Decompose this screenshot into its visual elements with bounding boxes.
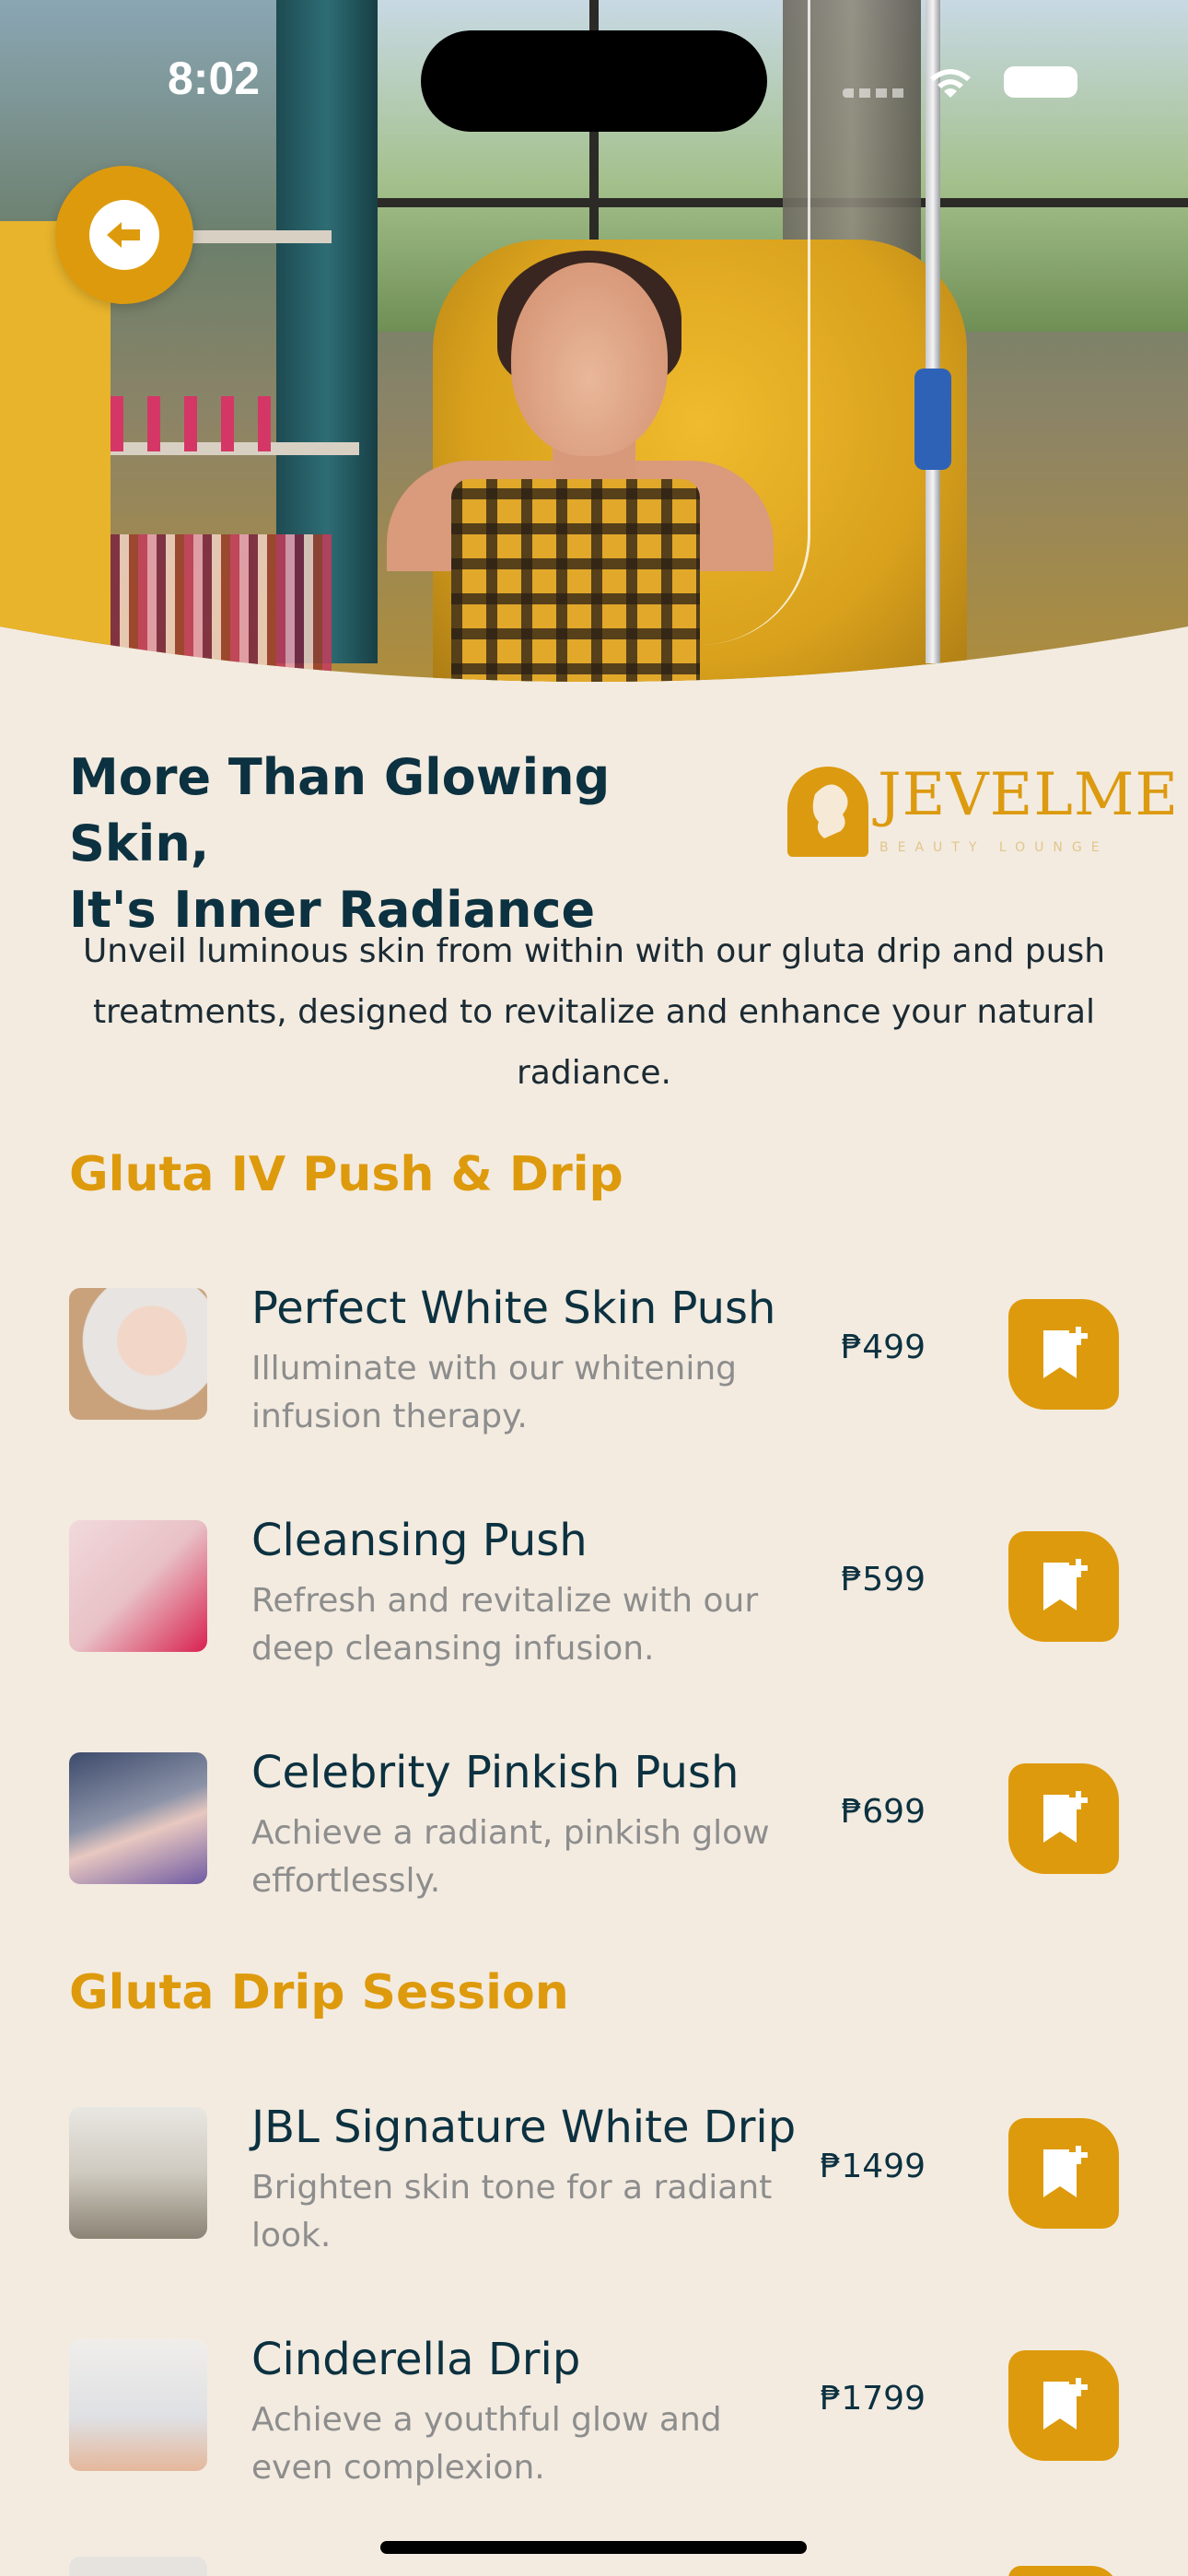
service-name: Cleansing Push [251,1515,588,1566]
bookmark-plus-icon [1043,2378,1088,2430]
add-to-booking-button[interactable] [1008,2566,1119,2576]
bookmark-plus-icon [1043,1327,1088,1378]
service-description: Brighten skin tone for a radiant look. [251,2169,773,2254]
plaid-dress [451,479,700,691]
bookmark-plus-icon [1043,1559,1088,1610]
page-title: More Than Glowing Skin, It's Inner Radia… [69,744,714,943]
battery-icon [1004,66,1077,98]
back-button[interactable] [55,166,193,304]
signal-icon [843,88,907,98]
woman-silhouette-icon [787,767,868,857]
service-name: Cinderella Drip [251,2334,581,2385]
service-item[interactable]: Celebrity Pinkish Push Achieve a radiant… [69,1747,1119,1900]
service-price: ₱1499 [820,2148,926,2185]
bookmark-plus-icon [1043,2146,1088,2197]
service-price: ₱699 [841,1793,926,1831]
add-to-booking-button[interactable] [1008,1763,1119,1874]
iv-clamp [914,369,951,470]
add-to-booking-button[interactable] [1008,2118,1119,2229]
service-price: ₱499 [841,1329,926,1366]
service-thumbnail [69,1752,207,1884]
add-to-booking-button[interactable] [1008,2350,1119,2461]
intro-text: Unveil luminous skin from within with ou… [82,932,1106,1092]
service-item[interactable]: Cinderella Drip Achieve a youthful glow … [69,2334,1119,2487]
dynamic-island [421,30,767,132]
service-thumbnail [69,2339,207,2471]
service-name: Perfect White Skin Push [251,1282,776,1334]
section-title: Gluta IV Push & Drip [69,1147,623,1202]
section-title: Gluta Drip Session [69,1965,569,2020]
service-thumbnail [69,1520,207,1652]
service-item[interactable]: JBL Signature White Drip Brighten skin t… [69,2102,1119,2254]
service-price: ₱1799 [820,2380,926,2418]
status-time: 8:02 [168,53,261,104]
logo-tagline: BEAUTY LOUNGE [879,840,1109,855]
service-thumbnail [69,1288,207,1420]
wifi-icon [930,69,971,98]
service-description: Achieve a radiant, pinkish glow effortle… [251,1814,770,1900]
brand-logo: JEVELME BEAUTY LOUNGE [787,761,1178,862]
service-description: Achieve a youthful glow and even complex… [251,2401,722,2487]
service-name: JBL Signature White Drip [251,2102,797,2153]
logo-wordmark: JEVELME [878,761,1180,829]
arrow-left-icon [89,200,159,270]
service-description: Refresh and revitalize with our deep cle… [251,1582,759,1668]
bookmark-plus-icon [1043,1791,1088,1843]
service-thumbnail [69,2557,207,2576]
add-to-booking-button[interactable] [1008,1299,1119,1410]
home-indicator[interactable] [380,2541,807,2554]
add-to-booking-button[interactable] [1008,1531,1119,1642]
person-face [511,263,668,456]
service-price: ₱599 [841,1561,926,1598]
service-item[interactable]: Cleansing Push Refresh and revitalize wi… [69,1515,1119,1668]
service-name: Celebrity Pinkish Push [251,1747,740,1798]
service-thumbnail [69,2107,207,2239]
headline-line: More Than Glowing Skin, [69,748,611,872]
service-description: Illuminate with our whitening infusion t… [251,1350,738,1435]
service-item[interactable]: Perfect White Skin Push Illuminate with … [69,1282,1119,1435]
